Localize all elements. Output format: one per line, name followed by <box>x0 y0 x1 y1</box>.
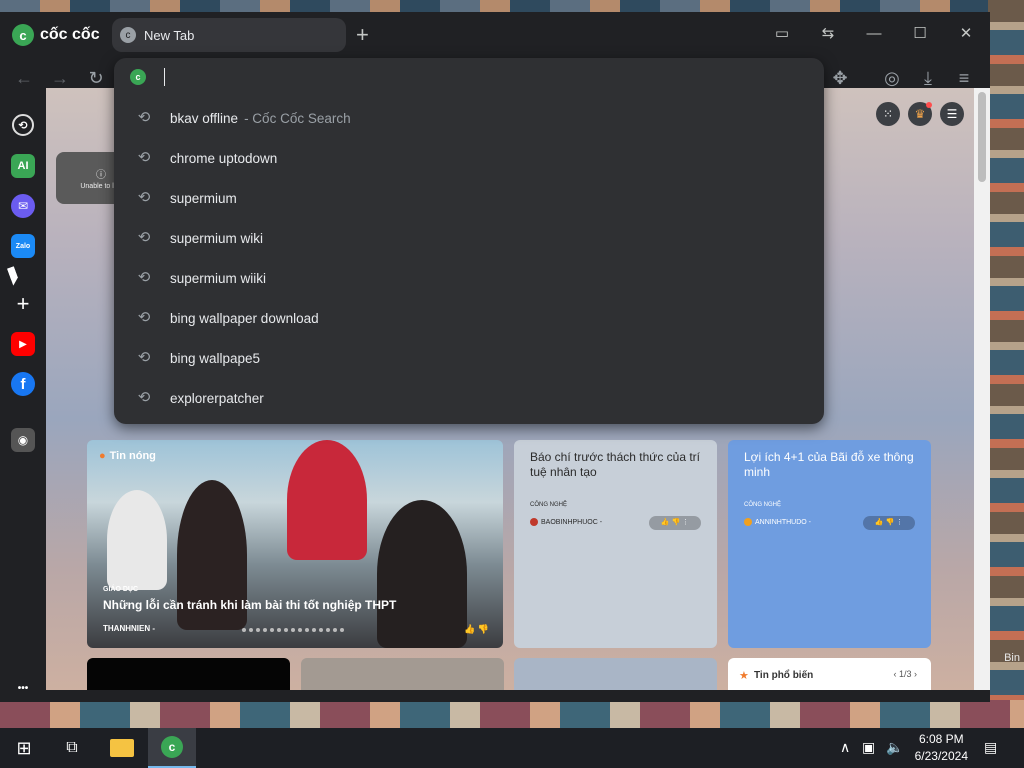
chevron-up-icon[interactable]: ∧ <box>840 739 850 756</box>
file-explorer-button[interactable] <box>98 728 146 768</box>
history-icon: ⟲ <box>137 189 151 206</box>
star-icon: ★ <box>739 670 749 682</box>
forward-button[interactable]: → <box>48 66 72 90</box>
popular-news-panel: ★ Tin phổ biến ‹ 1/3 › <box>728 658 931 690</box>
more-icon[interactable]: ••• <box>11 676 35 700</box>
omnibox-suggestion[interactable]: ⟲ supermium <box>114 178 824 218</box>
text-caret <box>164 68 165 86</box>
omnibox-suggestion[interactable]: ⟲ explorerpatcher <box>114 378 824 418</box>
title-bar: c cốc cốc c New Tab + ▭ ⇆ — ☐ ✕ <box>0 12 990 58</box>
taskbar: ⊞ ⧉ c ∧ ▣ 🔈 6:08 PM 6/23/2024 ▤ <box>0 728 1024 768</box>
omnibox-suggestion[interactable]: ⟲ supermium wiiki <box>114 258 824 298</box>
coccoc-taskbar-button[interactable]: c <box>148 728 196 768</box>
notifications-icon[interactable]: ▤ <box>984 739 997 756</box>
start-button[interactable]: ⊞ <box>0 728 48 768</box>
back-button[interactable]: ← <box>12 66 36 90</box>
omnibox-suggestion[interactable]: ⟲ supermium wiki <box>114 218 824 258</box>
system-clock[interactable]: 6:08 PM 6/23/2024 <box>915 731 968 765</box>
close-button[interactable]: ✕ <box>952 22 980 46</box>
big-card-category: GIÁO DỤC <box>103 586 138 593</box>
history-icon: ⟲ <box>137 109 151 126</box>
history-icon: ⟲ <box>137 349 151 366</box>
new-tab-button[interactable]: + <box>356 24 369 46</box>
omnibox-suggestion[interactable]: ⟲ bing wallpape5 <box>114 338 824 378</box>
news-card-source: BAOBINHPHUOC - <box>530 518 602 526</box>
scroll-thumb[interactable] <box>978 92 986 182</box>
carousel-dots[interactable] <box>242 628 344 632</box>
big-card-title[interactable]: Những lỗi cần tránh khi làm bài thi tốt … <box>103 598 396 612</box>
fire-icon: ● <box>99 450 106 462</box>
omnibox-suggestion[interactable]: ⟲ bing wallpaper download <box>114 298 824 338</box>
maximize-button[interactable]: ☐ <box>906 22 934 46</box>
history-icon: ⟲ <box>137 149 151 166</box>
news-card[interactable] <box>514 658 717 690</box>
minimize-button[interactable]: — <box>860 22 888 46</box>
customize-icon[interactable]: ☰ <box>940 102 964 126</box>
task-view-icon: ⧉ <box>66 739 78 756</box>
facebook-icon[interactable]: f <box>11 372 35 396</box>
news-card-title[interactable]: Báo chí trước thách thức của trí tuệ nhâ… <box>530 450 705 480</box>
ai-icon[interactable]: AI <box>11 154 35 178</box>
popular-news-label: Tin phổ biến <box>754 670 814 681</box>
youtube-icon[interactable]: ▶ <box>11 332 35 356</box>
recycle-bin-label[interactable]: Bin <box>1004 652 1020 664</box>
profile-icon[interactable]: ◎ <box>880 66 904 90</box>
history-icon: ⟲ <box>137 229 151 246</box>
add-sidebar-app-icon[interactable]: + <box>11 291 35 316</box>
news-card[interactable]: Lợi ích 4+1 của Bãi đỗ xe thông minh CÔN… <box>728 440 931 648</box>
tab-new-tab[interactable]: c New Tab <box>112 18 346 52</box>
network-icon[interactable]: ▣ <box>862 739 875 756</box>
news-card-title[interactable]: Lợi ích 4+1 của Bãi đỗ xe thông minh <box>744 450 919 480</box>
omnibox-suggestion[interactable]: ⟲ chrome uptodown <box>114 138 824 178</box>
apps-grid-icon[interactable]: ⁙ <box>876 102 900 126</box>
history-icon[interactable]: ⟲ <box>12 114 34 136</box>
coccoc-brand[interactable]: c cốc cốc <box>12 24 100 46</box>
sidebar: ⟲ AI ✉ Zalo + ▶ f ◉ ••• <box>0 98 46 702</box>
news-card-category: CÔNG NGHỆ <box>530 502 568 508</box>
coccoc-tab-icon: c <box>120 27 136 43</box>
coccoc-logo-icon: c <box>161 736 183 758</box>
sidebar-toggle-icon[interactable]: ⇆ <box>814 22 842 46</box>
history-icon: ⟲ <box>137 309 151 326</box>
page-scrollbar[interactable] <box>974 88 990 690</box>
reload-button[interactable]: ↻ <box>84 66 108 90</box>
omnibox-suggestion[interactable]: ⟲ bkav offline - Cốc Cốc Search <box>114 98 824 138</box>
hot-news-card[interactable]: ● Tin nóng GIÁO DỤC Những lỗi cần tránh … <box>87 440 503 648</box>
folder-icon <box>110 739 134 757</box>
news-card-reactions[interactable]: 👍 👎 ⋮ <box>863 516 915 530</box>
big-card-source: THANHNIEN - <box>103 624 155 633</box>
news-card[interactable] <box>301 658 504 690</box>
history-icon: ⟲ <box>137 389 151 406</box>
hot-news-label: ● Tin nóng <box>99 450 156 462</box>
volume-muted-icon[interactable]: 🔈 <box>886 739 903 756</box>
tab-title: New Tab <box>144 27 195 43</box>
history-icon: ⟲ <box>137 269 151 286</box>
big-card-reactions[interactable]: 👍 👎 <box>464 624 489 635</box>
coccoc-logo-icon: c <box>12 24 34 46</box>
newtab-top-icons: ⁙ ♛ ☰ <box>876 102 964 126</box>
popular-pager[interactable]: ‹ 1/3 › <box>893 669 917 679</box>
extensions-icon[interactable]: ✥ <box>828 66 852 90</box>
windows-icon: ⊞ <box>16 737 32 758</box>
task-view-button[interactable]: ⧉ <box>48 728 96 768</box>
news-card[interactable]: Báo chí trước thách thức của trí tuệ nhâ… <box>514 440 717 648</box>
news-card-category: CÔNG NGHỆ <box>744 502 782 508</box>
messenger-icon[interactable]: ✉ <box>11 194 35 218</box>
info-icon: ⓘ <box>96 170 106 181</box>
crown-icon[interactable]: ♛ <box>908 102 932 126</box>
menu-icon[interactable]: ≡ <box>952 66 976 90</box>
game-app-icon[interactable]: ◉ <box>11 428 35 452</box>
zalo-icon[interactable]: Zalo <box>11 234 35 258</box>
download-icon[interactable]: ⤓ <box>916 66 940 90</box>
news-card-reactions[interactable]: 👍 👎 ⋮ <box>649 516 701 530</box>
coccoc-search-icon: c <box>130 69 146 85</box>
tab-search-icon[interactable]: ▭ <box>768 22 796 46</box>
address-bar-input[interactable]: c <box>114 58 824 96</box>
news-card-source: ANNINHTHUDO - <box>744 518 811 526</box>
news-card[interactable] <box>87 658 290 690</box>
brand-name: cốc cốc <box>40 26 100 43</box>
omnibox-dropdown: c ⟲ bkav offline - Cốc Cốc Search ⟲ chro… <box>114 58 824 424</box>
